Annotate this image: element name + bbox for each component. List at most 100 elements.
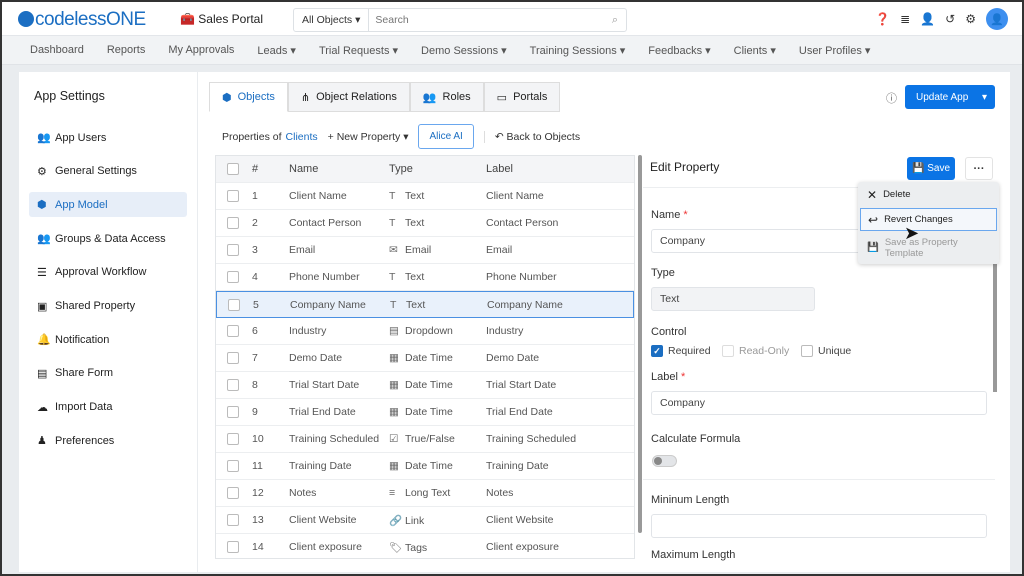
sidebar-item-label: General Settings (55, 165, 137, 178)
col-name[interactable]: Name (289, 163, 318, 175)
sidebar-item-notification[interactable]: 🔔 Notification (29, 327, 187, 352)
table-row[interactable]: 11 Training Date ▦ Date Time Training Dat… (216, 453, 634, 480)
nav-feedbacks[interactable]: Feedbacks ▾ (648, 44, 710, 57)
table-row[interactable]: 12 Notes ≡ Long Text Notes (216, 480, 634, 507)
database-icon[interactable]: ≣ (900, 12, 910, 26)
row-type: ≡ Long Text (389, 487, 450, 499)
row-checkbox[interactable] (228, 298, 240, 311)
new-property-button[interactable]: + New Property ▾ (328, 131, 409, 143)
edit-property-title: Edit Property (650, 160, 720, 174)
row-type: ▦ Date Time (389, 406, 453, 418)
table-row[interactable]: 4 Phone Number T Text Phone Number (216, 264, 634, 291)
col-label[interactable]: Label (486, 163, 513, 175)
panel-scrollbar[interactable] (993, 264, 997, 392)
name-label: Name * (651, 209, 688, 221)
sidebar-item-app-model[interactable]: ⬢ App Model (29, 192, 187, 218)
row-checkbox[interactable] (227, 487, 239, 499)
object-link[interactable]: Clients (286, 131, 318, 143)
search-input[interactable] (369, 14, 612, 26)
nav-demo-sessions[interactable]: Demo Sessions ▾ (421, 44, 507, 57)
tab-roles[interactable]: 👥 Roles (409, 82, 484, 112)
row-checkbox[interactable] (227, 352, 239, 364)
nav-training-sessions[interactable]: Training Sessions ▾ (530, 44, 626, 57)
row-checkbox[interactable] (227, 541, 239, 553)
nav-clients[interactable]: Clients ▾ (734, 44, 776, 57)
search-icon[interactable]: ⌕ (612, 14, 626, 27)
menu-delete[interactable]: ✕ Delete (860, 183, 997, 206)
sidebar-item-general-settings[interactable]: ⚙ General Settings (29, 159, 187, 184)
row-checkbox[interactable] (227, 217, 239, 229)
row-label: Trial Start Date (486, 379, 557, 391)
type-icon: ▦ (389, 460, 399, 472)
info-icon[interactable]: ⓘ (886, 90, 897, 106)
row-checkbox[interactable] (227, 379, 239, 391)
tab-portals[interactable]: ▭ Portals (483, 82, 561, 112)
sidebar-item-groups-data-access[interactable]: 👥 Groups & Data Access (29, 226, 187, 251)
save-icon: 💾 (911, 163, 925, 174)
row-name: Trial Start Date (289, 379, 360, 391)
row-checkbox[interactable] (227, 244, 239, 256)
save-button[interactable]: 💾 Save (907, 157, 955, 180)
table-row[interactable]: 6 Industry ▤ Dropdown Industry (216, 318, 634, 345)
nav-reports[interactable]: Reports (107, 44, 146, 56)
table-row[interactable]: 10 Training Scheduled ☑ True/False Traini… (216, 426, 634, 453)
table-row[interactable]: 14 Client exposure 🏷 Tags Client exposure (216, 534, 634, 558)
table-scrollbar[interactable] (638, 155, 642, 533)
label-label: Label * (651, 371, 686, 383)
nav-my-approvals[interactable]: My Approvals (168, 44, 234, 56)
more-options-button[interactable]: ··· (965, 157, 993, 180)
nav-dashboard[interactable]: Dashboard (30, 44, 84, 56)
table-row[interactable]: 1 Client Name T Text Client Name (216, 183, 634, 210)
sidebar-item-app-users[interactable]: 👥 App Users (29, 125, 187, 150)
tab-object-relations[interactable]: ⋔ Object Relations (287, 82, 410, 112)
table-row[interactable]: 5 Company Name T Text Company Name (216, 291, 634, 318)
sidebar-item-shared-property[interactable]: ▣ Shared Property (29, 294, 187, 319)
add-user-icon[interactable]: 👤 (920, 12, 935, 26)
table-row[interactable]: 2 Contact Person T Text Contact Person (216, 210, 634, 237)
formula-toggle[interactable] (652, 455, 677, 467)
sidebar-item-preferences[interactable]: ♟ Preferences (29, 428, 187, 453)
table-row[interactable]: 7 Demo Date ▦ Date Time Demo Date (216, 345, 634, 372)
update-app-button[interactable]: Update App ▾ (905, 85, 995, 109)
row-checkbox[interactable] (227, 460, 239, 472)
table-row[interactable]: 3 Email ✉ Email Email (216, 237, 634, 264)
gear-icon[interactable]: ⚙ (965, 12, 976, 26)
unique-checkbox[interactable]: Unique (801, 345, 851, 357)
sidebar-item-approval-workflow[interactable]: ☰ Approval Workflow (29, 260, 187, 285)
readonly-checkbox[interactable]: Read-Only (722, 345, 789, 357)
table-row[interactable]: 13 Client Website 🔗 Link Client Website (216, 507, 634, 534)
row-checkbox[interactable] (227, 406, 239, 418)
help-icon[interactable]: ❓ (875, 12, 890, 26)
tab-objects[interactable]: ⬢ Objects (209, 82, 288, 112)
logo[interactable]: codelessONE (18, 9, 146, 31)
required-checkbox[interactable]: ✓ Required (651, 345, 711, 357)
row-checkbox[interactable] (227, 271, 239, 283)
nav-leads[interactable]: Leads ▾ (257, 44, 296, 57)
sidebar-icon: 👥 (37, 132, 51, 144)
min-length-input[interactable] (651, 514, 987, 538)
control-label: Control (651, 326, 687, 338)
row-checkbox[interactable] (227, 325, 239, 337)
table-row[interactable]: 8 Trial Start Date ▦ Date Time Trial Star… (216, 372, 634, 399)
col-type[interactable]: Type (389, 163, 413, 175)
sidebar-item-share-form[interactable]: ▤ Share Form (29, 361, 187, 386)
portal-name[interactable]: 🧰 Sales Portal (180, 12, 263, 26)
row-checkbox[interactable] (227, 433, 239, 445)
history-icon[interactable]: ↺ (945, 12, 955, 26)
chevron-down-icon[interactable]: ▾ (982, 92, 987, 103)
avatar[interactable]: 👤 (986, 8, 1008, 30)
back-to-objects-button[interactable]: ↶ Back to Objects (483, 130, 580, 143)
row-number: 10 (252, 433, 264, 445)
search-scope-select[interactable]: All Objects ▾ (294, 9, 370, 31)
sidebar-item-import-data[interactable]: ☁ Import Data (29, 395, 187, 420)
row-label: Training Date (486, 460, 549, 472)
menu-revert-changes[interactable]: ↩ Revert Changes (860, 208, 997, 231)
nav-user-profiles[interactable]: User Profiles ▾ (799, 44, 871, 57)
select-all-checkbox[interactable] (227, 163, 239, 175)
table-row[interactable]: 9 Trial End Date ▦ Date Time Trial End Da… (216, 399, 634, 426)
alice-ai-button[interactable]: Alice AI (418, 124, 474, 149)
nav-trial-requests[interactable]: Trial Requests ▾ (319, 44, 398, 57)
row-checkbox[interactable] (227, 190, 239, 202)
label-input[interactable]: Company (651, 391, 987, 415)
row-checkbox[interactable] (227, 514, 239, 526)
